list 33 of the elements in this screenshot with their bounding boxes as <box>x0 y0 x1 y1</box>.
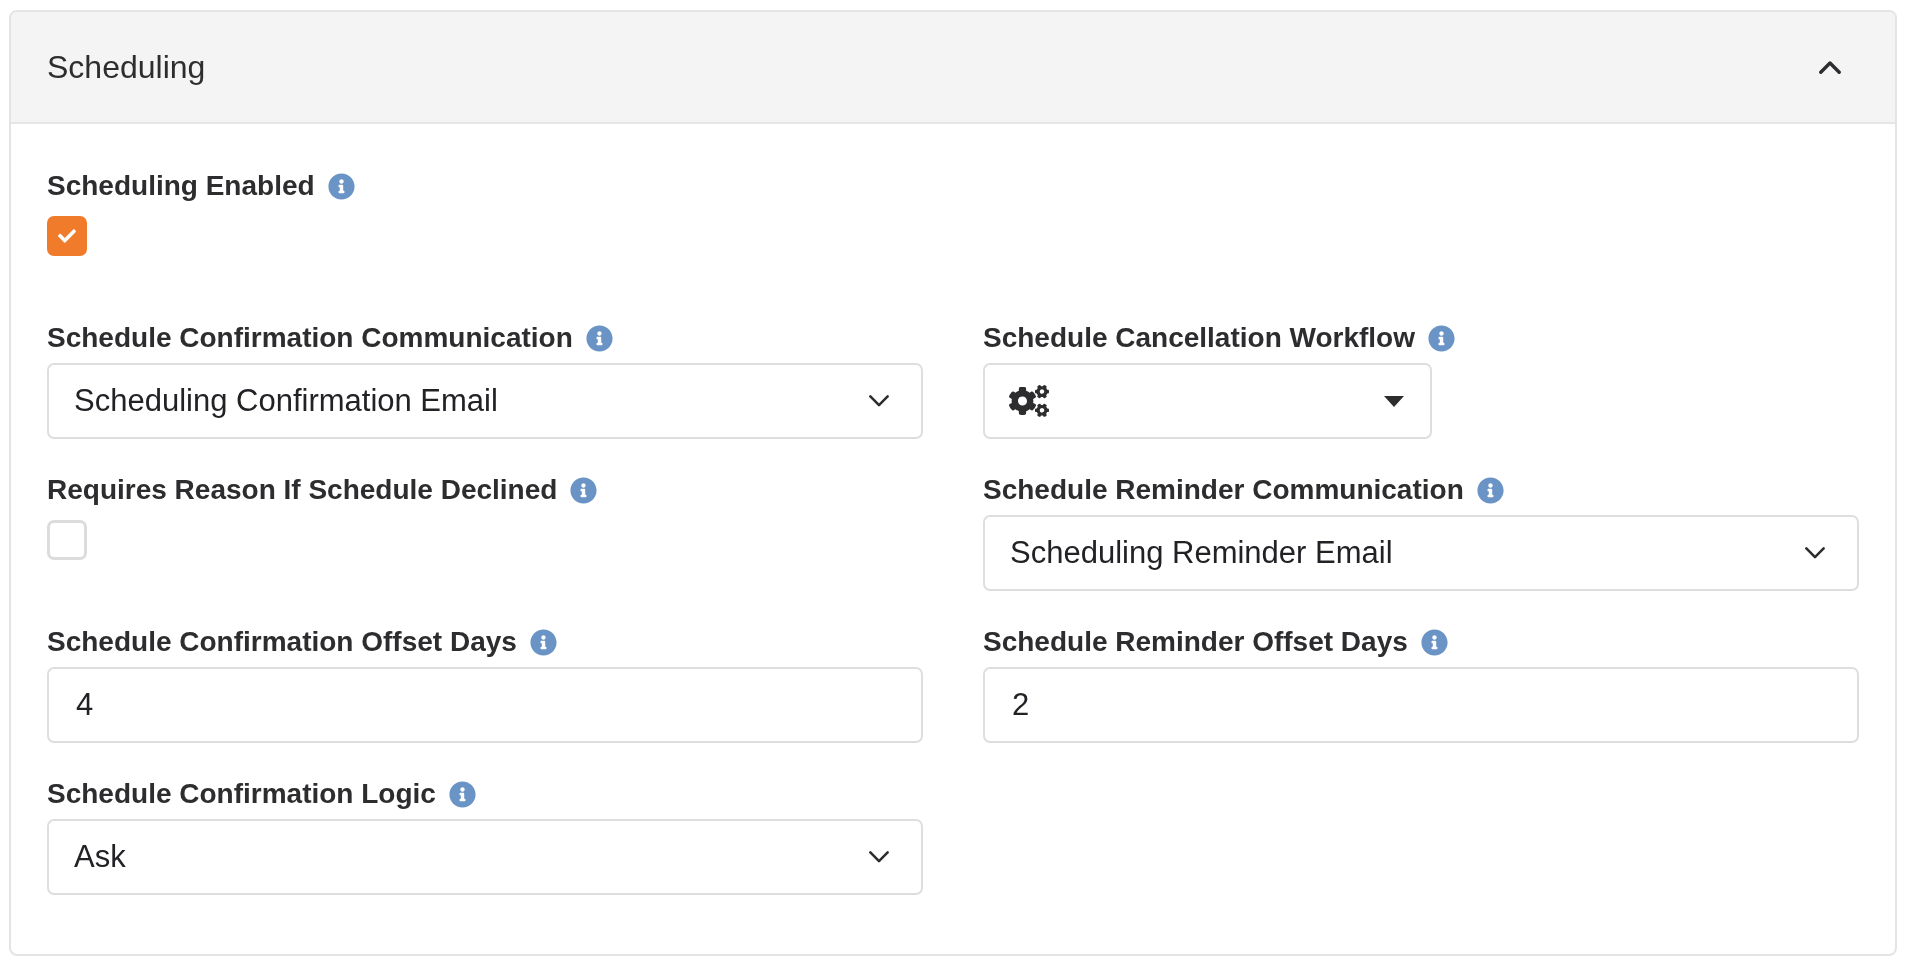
gears-icon <box>1009 384 1049 418</box>
info-icon[interactable] <box>448 780 476 808</box>
info-icon[interactable] <box>529 628 557 656</box>
info-icon[interactable] <box>1476 476 1504 504</box>
select-field[interactable]: Scheduling Confirmation Email <box>47 363 923 439</box>
chevron-down-icon <box>869 851 889 863</box>
select-field[interactable]: Ask <box>47 819 923 895</box>
field-label: Schedule Reminder Offset Days <box>983 626 1408 658</box>
info-icon[interactable] <box>1420 628 1448 656</box>
field-label: Scheduling Enabled <box>47 170 315 202</box>
workflow-picker[interactable] <box>983 363 1432 439</box>
caret-down-icon <box>1384 395 1404 407</box>
field-label: Schedule Confirmation Offset Days <box>47 626 517 658</box>
input-field[interactable]: 2 <box>983 667 1859 743</box>
field-label: Requires Reason If Schedule Declined <box>47 474 558 506</box>
chevron-down-icon <box>869 395 889 407</box>
info-icon[interactable] <box>1428 324 1455 352</box>
field-label: Schedule Confirmation Logic <box>47 778 436 810</box>
info-icon[interactable] <box>327 172 355 200</box>
chevron-down-icon <box>1805 547 1825 559</box>
field-label: Schedule Reminder Communication <box>983 474 1464 506</box>
select-field[interactable]: Scheduling Reminder Email <box>983 515 1859 591</box>
field-label: Schedule Confirmation Communication <box>47 322 573 354</box>
checkbox[interactable] <box>47 520 87 560</box>
checkbox[interactable] <box>47 216 87 256</box>
input-field[interactable]: 4 <box>47 667 923 743</box>
info-icon[interactable] <box>570 476 598 504</box>
info-icon[interactable] <box>585 324 613 352</box>
field-label: Schedule Cancellation Workflow <box>983 322 1415 354</box>
panel-title: Scheduling <box>47 48 206 87</box>
checkmark-icon <box>57 227 77 245</box>
chevron-up-icon[interactable] <box>1819 60 1841 74</box>
panel-header[interactable]: Scheduling <box>11 12 1895 124</box>
